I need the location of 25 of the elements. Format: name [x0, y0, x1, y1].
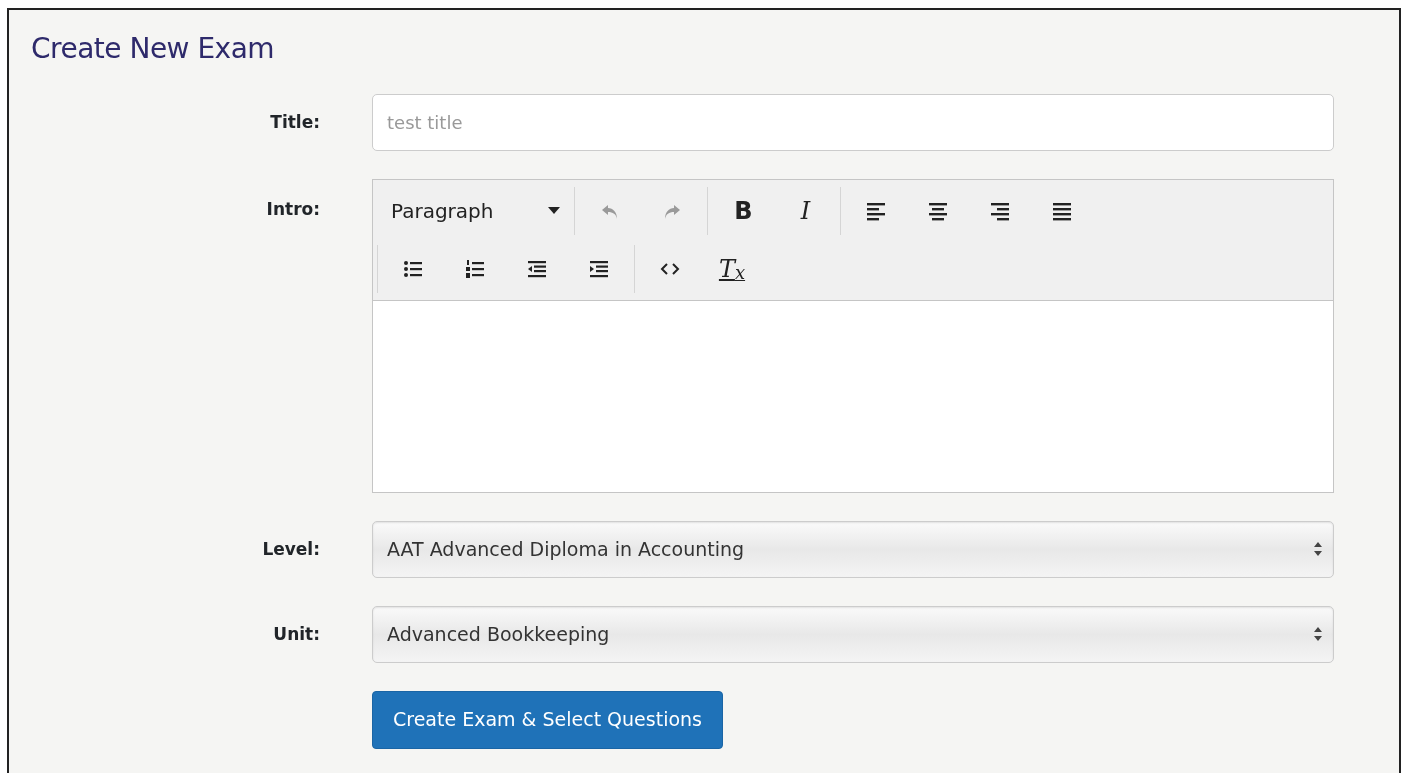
numbered-list-icon [464, 258, 486, 279]
align-right-icon [989, 200, 1012, 221]
select-dropdown[interactable]: Advanced Bookkeeping [372, 605, 1334, 663]
caret-icon [548, 207, 561, 215]
clear-format-button[interactable]: T$_{x}$ [703, 248, 761, 289]
align-center-icon [927, 200, 950, 221]
bullet-list-icon [402, 258, 424, 279]
bold-button[interactable]: B [714, 190, 773, 231]
up-down-arrows-icon [1313, 541, 1323, 558]
field-label: Level: [261, 537, 321, 561]
format-dropdown[interactable]: Paragraph [383, 190, 569, 231]
page-heading: Create New Exam [31, 32, 276, 66]
italic-button[interactable]: I [776, 190, 835, 231]
field-label: Title: [269, 110, 321, 134]
field-label: Unit: [272, 622, 321, 646]
outdent-icon [526, 258, 548, 279]
title-input[interactable]: test title [372, 93, 1334, 151]
field-label: Intro: [265, 197, 321, 221]
indent-icon [588, 258, 610, 279]
align-left-icon [865, 200, 888, 221]
create-exam-button[interactable]: Create Exam & Select Questions [372, 690, 723, 749]
select-dropdown[interactable]: AAT Advanced Diploma in Accounting [372, 520, 1334, 578]
rich-text-editor[interactable]: Paragraph B I T$_{x}$ [372, 178, 1334, 493]
justify-icon [1051, 200, 1074, 221]
up-down-arrows-icon [1313, 626, 1323, 643]
